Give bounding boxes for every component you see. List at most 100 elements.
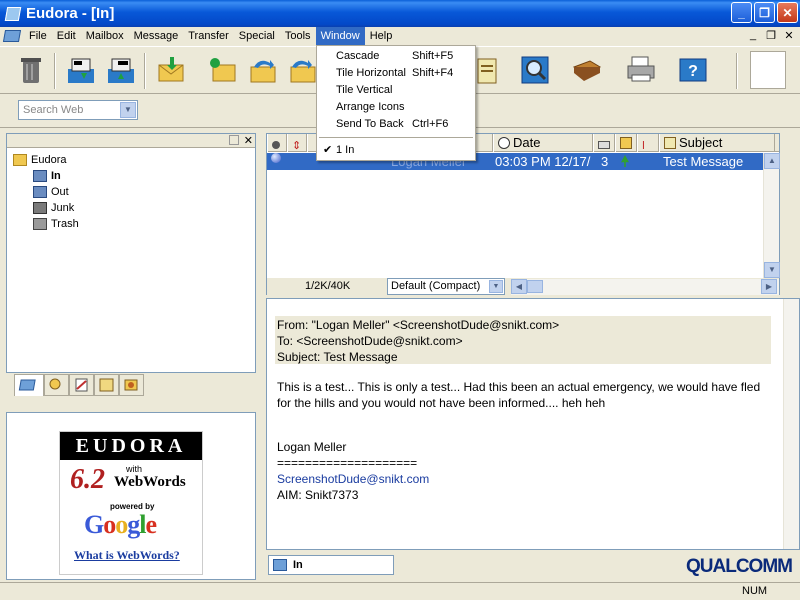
view-mode-select[interactable]: Default (Compact) ▼ [387, 278, 505, 295]
message-list-status: 1/2K/40K Default (Compact) ▼ ◀ ▶ [267, 278, 779, 295]
menu-window[interactable]: Window [315, 27, 365, 45]
menu-item-label: Arrange Icons [336, 101, 405, 113]
search-web-combo[interactable]: Search Web ▼ [18, 100, 138, 120]
tab-signatures[interactable] [69, 374, 94, 396]
forward-icon[interactable] [286, 53, 320, 87]
menu-item-window-1-in[interactable]: ✔ 1 In [317, 142, 475, 159]
ad-brand: EUDORA [60, 432, 202, 460]
column-priority[interactable]: ⇕ [287, 134, 307, 152]
send-queued-out-icon[interactable] [104, 53, 138, 87]
tree-node-label: Eudora [31, 154, 67, 166]
scroll-thumb[interactable] [527, 280, 543, 293]
menu-tools[interactable]: Tools [280, 27, 316, 45]
priority-arrows-icon: ⇕ [292, 140, 302, 152]
menu-item-cascade[interactable]: Cascade Shift+F5 [317, 48, 475, 65]
menu-item-send-to-back[interactable]: Send To Back Ctrl+F6 [317, 116, 475, 133]
tab-mailboxes[interactable] [14, 374, 44, 396]
mdi-close-button[interactable]: ✕ [782, 29, 796, 42]
menu-message[interactable]: Message [129, 27, 184, 45]
what-is-webwords-link[interactable]: What is WebWords? [74, 548, 180, 563]
left-pane-tabs [14, 374, 144, 396]
find-magnifier-icon[interactable] [518, 53, 552, 87]
num-lock-indicator: NUM [742, 585, 768, 597]
menu-special[interactable]: Special [234, 27, 280, 45]
menu-item-shortcut: Shift+F5 [412, 50, 454, 62]
row-date: 03:03 PM 12/17/ [495, 154, 591, 169]
message-list-vertical-scrollbar[interactable]: ▲ ▼ [763, 153, 780, 278]
scroll-right-button[interactable]: ▶ [761, 279, 777, 294]
window-dropdown-menu: Cascade Shift+F5 Tile Horizontal Shift+F… [316, 45, 476, 161]
subject-note-icon [664, 137, 676, 149]
menu-item-tile-horizontal[interactable]: Tile Horizontal Shift+F4 [317, 65, 475, 82]
mailbox-pane: ✕ Eudora In Out Junk Trash [6, 133, 256, 373]
body-line: This is a test... This is only a test...… [277, 380, 761, 394]
mdi-tab-label: In [293, 559, 303, 571]
trash-icon [33, 218, 47, 230]
inbox-icon [33, 170, 47, 182]
new-message-icon[interactable] [154, 53, 188, 87]
tree-node-label: Trash [51, 218, 79, 230]
tree-node-in[interactable]: In [13, 168, 79, 184]
pin-icon[interactable] [229, 135, 239, 145]
check-mark-icon: ✔ [323, 144, 333, 156]
tab-stationery[interactable] [94, 374, 119, 396]
mailbox-pane-close-button[interactable]: ✕ [244, 134, 253, 147]
menu-mailbox[interactable]: Mailbox [81, 27, 129, 45]
message-body[interactable]: This is a test... This is only a test...… [277, 379, 777, 503]
menu-item-label: 1 In [336, 144, 355, 156]
menu-item-tile-vertical[interactable]: Tile Vertical [317, 82, 475, 99]
column-date[interactable]: Date [493, 134, 593, 152]
tree-node-junk[interactable]: Junk [13, 200, 79, 216]
toolbar-separator [144, 53, 146, 89]
mdi-tab-in[interactable]: In [268, 555, 394, 575]
webwords-ad[interactable]: EUDORA 6.2 with WebWords powered by Goog… [59, 431, 203, 575]
scroll-down-button[interactable]: ▼ [764, 262, 780, 278]
scroll-left-button[interactable]: ◀ [511, 279, 527, 294]
inbox-icon [273, 559, 287, 571]
svg-text:?: ? [688, 63, 698, 80]
tab-personalities[interactable] [119, 374, 144, 396]
toolbar-separator [736, 53, 738, 89]
menu-item-shortcut: Ctrl+F6 [412, 118, 449, 130]
column-status[interactable] [267, 134, 287, 152]
clock-icon [498, 137, 510, 149]
tree-node-out[interactable]: Out [13, 184, 79, 200]
scroll-up-button[interactable]: ▲ [764, 153, 780, 169]
reply-all-icon[interactable] [246, 53, 280, 87]
menu-item-arrange-icons[interactable]: Arrange Icons [317, 99, 475, 116]
print-icon[interactable] [624, 53, 658, 87]
maximize-button[interactable]: ❐ [754, 2, 775, 23]
menu-help[interactable]: Help [365, 27, 398, 45]
chevron-down-icon[interactable]: ▼ [489, 280, 503, 293]
eudora-app-icon[interactable] [4, 6, 22, 21]
column-attachment[interactable]: ǀ [637, 134, 659, 152]
column-server-status[interactable] [615, 134, 637, 152]
mdi-restore-button[interactable]: ❐ [764, 29, 778, 42]
tree-node-eudora[interactable]: Eudora [13, 152, 79, 168]
message-list-horizontal-scrollbar[interactable]: ◀ ▶ [511, 279, 779, 295]
close-button[interactable]: ✕ [777, 2, 798, 23]
help-icon[interactable]: ? [676, 53, 710, 87]
signature-email-link[interactable]: ScreenshotDude@snikt.com [277, 471, 777, 487]
menu-edit[interactable]: Edit [52, 27, 81, 45]
mdi-minimize-button[interactable]: _ [746, 29, 760, 42]
reply-icon[interactable] [206, 53, 240, 87]
toolbar-separator [54, 53, 56, 89]
column-subject[interactable]: Subject [659, 134, 775, 152]
menu-transfer[interactable]: Transfer [183, 27, 234, 45]
date-header-label: Date [513, 135, 541, 150]
document-icon[interactable] [2, 30, 22, 42]
menu-item-label: Tile Vertical [336, 84, 393, 96]
chevron-down-icon[interactable]: ▼ [120, 102, 136, 118]
unread-dot-icon [271, 153, 281, 163]
address-book-icon[interactable] [570, 53, 604, 87]
tab-file-browser[interactable] [44, 374, 69, 396]
column-size[interactable] [593, 134, 615, 152]
preview-vertical-scrollbar[interactable] [783, 299, 799, 549]
minimize-button[interactable]: _ [731, 2, 752, 23]
tree-node-trash[interactable]: Trash [13, 216, 79, 232]
status-bar: NUM [0, 582, 800, 600]
delete-trash-icon[interactable] [14, 53, 48, 87]
menu-file[interactable]: File [24, 27, 52, 45]
check-mail-in-icon[interactable] [64, 53, 98, 87]
